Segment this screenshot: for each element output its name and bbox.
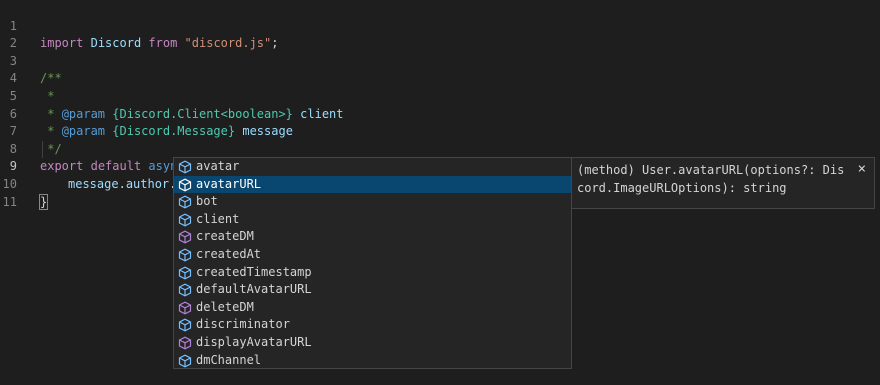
code-line-9: 9 message.author. xyxy=(0,141,880,192)
suggestion-item[interactable]: bot xyxy=(174,193,571,211)
property-cube-icon xyxy=(178,266,192,280)
code-line-2: 2 xyxy=(0,18,880,50)
suggestion-label: displayAvatarURL xyxy=(196,335,312,349)
property-cube-icon xyxy=(178,195,192,209)
property-cube-icon xyxy=(178,248,192,262)
suggestion-label: bot xyxy=(196,194,218,209)
property-cube-icon xyxy=(178,160,192,174)
property-cube-icon xyxy=(178,354,192,368)
line-number: 11 xyxy=(2,194,17,209)
method-cube-icon xyxy=(178,178,192,192)
suggestion-item[interactable]: discriminator xyxy=(174,316,571,334)
suggestion-item[interactable]: avatarURL xyxy=(174,175,571,194)
suggestion-list[interactable]: avatar avatarURL bot client createDM createdA… xyxy=(173,157,572,369)
code-line-4: 4 * xyxy=(0,53,880,103)
suggestion-item[interactable]: defaultAvatarURL xyxy=(174,281,571,299)
method-cube-icon xyxy=(178,336,192,350)
method-signature: (method) User.avatarURL(options?: Discor… xyxy=(577,163,845,195)
code-line-7: 7 */ xyxy=(0,106,880,156)
code-line-3: 3 /** xyxy=(0,35,880,86)
suggestion-item[interactable]: client xyxy=(174,211,571,229)
code-line-1: 1 import Discord from "discord.js"; xyxy=(0,0,880,51)
suggestion-item[interactable]: createDM xyxy=(174,228,571,246)
suggestion-label: createdTimestamp xyxy=(196,264,312,279)
property-cube-icon xyxy=(178,283,192,297)
code-line-8: 8 export default async function (client,… xyxy=(0,123,880,175)
property-cube-icon xyxy=(178,318,192,332)
suggestion-label: client xyxy=(196,211,240,226)
close-icon[interactable]: × xyxy=(858,161,866,179)
suggestion-label: avatar xyxy=(196,159,240,173)
suggestion-item[interactable]: displayAvatarURL xyxy=(174,334,571,352)
code-line-5: 5 * @param {Discord.Client<boolean>} cli… xyxy=(0,70,880,121)
suggestion-item[interactable]: createdAt xyxy=(174,246,571,264)
suggestion-item[interactable]: avatar xyxy=(174,158,571,176)
suggestion-label: discriminator xyxy=(196,317,290,332)
suggestion-label: avatarURL xyxy=(196,176,262,191)
suggestion-item[interactable]: deleteDM xyxy=(174,299,571,317)
method-cube-icon xyxy=(178,301,192,315)
suggestion-label: defaultAvatarURL xyxy=(196,282,312,297)
suggestion-item[interactable]: createdTimestamp xyxy=(174,264,571,282)
suggestion-details: (method) User.avatarURL(options?: Discor… xyxy=(572,157,875,209)
suggestion-label: deleteDM xyxy=(196,299,254,314)
suggestion-label: createDM xyxy=(196,229,254,244)
suggestion-label: createdAt xyxy=(196,247,262,261)
suggestion-label: dmChannel xyxy=(196,352,262,367)
method-cube-icon xyxy=(178,230,192,244)
suggestion-item[interactable]: dmChannel xyxy=(174,352,571,370)
brace-close: } xyxy=(38,193,49,210)
code-line-6: 6 * @param {Discord.Message} message xyxy=(0,88,880,139)
property-cube-icon xyxy=(178,213,192,227)
